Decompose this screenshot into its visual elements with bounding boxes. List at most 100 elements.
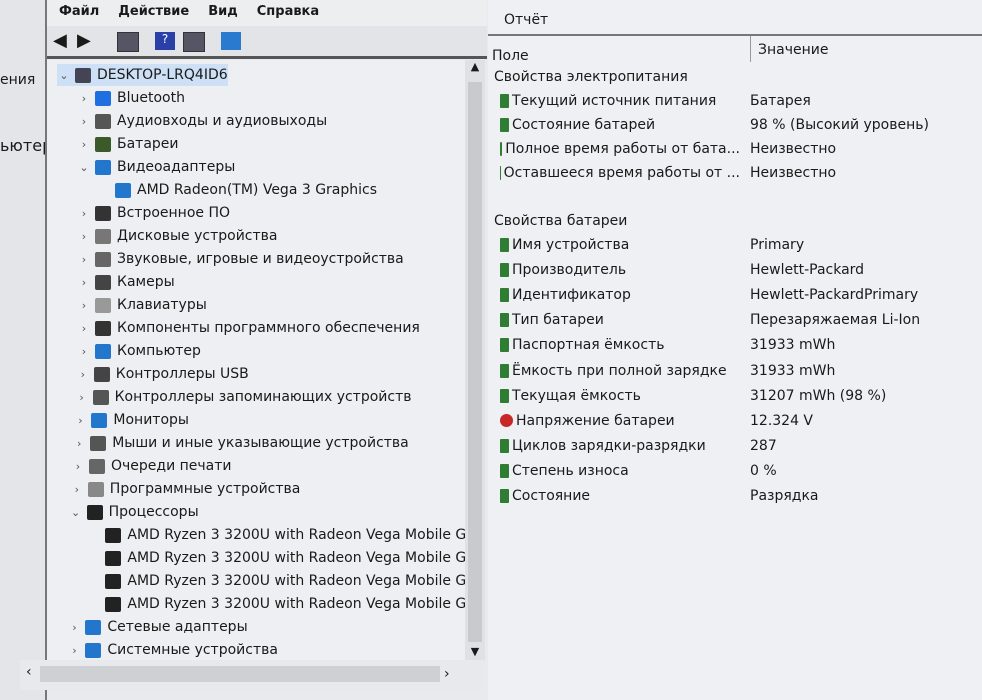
report-pane: Отчёт Поле Значение Свойства электропита…	[488, 0, 982, 700]
expand-icon[interactable]: ⌄	[69, 506, 83, 519]
tree-item[interactable]: AMD Radeon(TM) Vega 3 Graphics	[97, 179, 377, 201]
expand-icon[interactable]: ›	[70, 483, 84, 496]
tree-item[interactable]: › Компоненты программного обеспечения	[77, 317, 420, 339]
tree-item[interactable]: › Камеры	[77, 271, 175, 293]
expand-icon[interactable]: ›	[67, 644, 81, 657]
expand-icon[interactable]: ›	[77, 322, 91, 335]
report-row[interactable]: Текущий источник питания Батарея	[500, 90, 811, 112]
expand-icon[interactable]: ›	[77, 253, 91, 266]
report-row[interactable]: Имя устройства Primary	[500, 234, 804, 256]
tree-item[interactable]: › Bluetooth	[77, 87, 185, 109]
section-title: Свойства электропитания	[494, 69, 688, 85]
action-pane-icon[interactable]	[183, 32, 205, 52]
report-row[interactable]: Полное время работы от бата... Неизвестно	[500, 138, 836, 160]
report-row[interactable]: Паспортная ёмкость 31933 mWh	[500, 334, 835, 356]
report-row[interactable]: Напряжение батареи 12.324 V	[500, 410, 813, 432]
forward-icon[interactable]: ▶	[77, 32, 97, 50]
background-text: ения	[0, 72, 36, 88]
expand-icon[interactable]: ›	[77, 276, 91, 289]
horizontal-scrollbar[interactable]: ‹ ›	[20, 660, 485, 690]
help-icon[interactable]: ?	[155, 32, 175, 50]
tree-item-label: AMD Ryzen 3 3200U with Radeon Vega Mobil…	[127, 596, 480, 612]
tree-item[interactable]: AMD Ryzen 3 3200U with Radeon Vega Mobil…	[87, 593, 480, 615]
tree-item-label: Сетевые адаптеры	[107, 619, 248, 635]
section-header: Свойства батареи	[494, 210, 627, 232]
expand-icon[interactable]: ⌄	[57, 69, 71, 82]
tree-item-label: DESKTOP-LRQ4ID6	[97, 67, 228, 83]
field-name: Напряжение батареи	[516, 412, 675, 429]
tree-item[interactable]: › Контроллеры USB	[76, 363, 249, 385]
report-row[interactable]: Тип батареи Перезаряжаемая Li-Ion	[500, 309, 920, 331]
expand-icon[interactable]: ›	[67, 621, 81, 634]
field-value: Разрядка	[750, 488, 819, 504]
expand-icon[interactable]: ⌄	[77, 161, 91, 174]
tree-item[interactable]: ⌄ Процессоры	[69, 501, 199, 523]
field-value: Неизвестно	[750, 165, 837, 181]
tree-item[interactable]: › Контроллеры запоминающих устройств	[75, 386, 411, 408]
menu-help[interactable]: Справка	[245, 0, 326, 19]
hscroll-thumb[interactable]	[40, 666, 440, 682]
scroll-thumb[interactable]	[468, 82, 482, 642]
tree-item[interactable]: › Сетевые адаптеры	[67, 616, 247, 638]
device-icon	[95, 274, 111, 290]
tree-item[interactable]: › Дисковые устройства	[77, 225, 278, 247]
tree-item[interactable]: ⌄ DESKTOP-LRQ4ID6	[57, 64, 228, 86]
tree-item[interactable]: › Очереди печати	[71, 455, 232, 477]
expand-icon[interactable]: ›	[77, 299, 91, 312]
field-name: Полное время работы от бата...	[505, 141, 740, 157]
scroll-up-icon[interactable]: ▲	[465, 60, 485, 73]
expand-icon[interactable]: ›	[77, 207, 91, 220]
report-row[interactable]: Оставшееся время работы от ... Неизвестно	[500, 162, 836, 184]
console-tree-icon[interactable]	[117, 32, 139, 52]
scroll-left-icon[interactable]: ‹	[26, 664, 32, 680]
tree-item[interactable]: › Батареи	[77, 133, 179, 155]
expand-icon[interactable]: ›	[72, 437, 86, 450]
tree-item[interactable]: AMD Ryzen 3 3200U with Radeon Vega Mobil…	[87, 524, 480, 546]
menu-file[interactable]: Файл	[47, 0, 106, 19]
expand-icon[interactable]: ›	[73, 414, 87, 427]
column-value[interactable]: Значение	[758, 42, 828, 58]
expand-icon[interactable]: ›	[76, 368, 90, 381]
report-row[interactable]: Идентификатор Hewlett-PackardPrimary	[500, 284, 918, 306]
scroll-down-icon[interactable]: ▼	[465, 645, 485, 658]
tree-item[interactable]: › Системные устройства	[67, 639, 278, 661]
tree-item[interactable]: › Аудиовходы и аудиовыходы	[77, 110, 327, 132]
report-row[interactable]: Состояние Разрядка	[500, 485, 819, 507]
report-row[interactable]: Ёмкость при полной зарядке 31933 mWh	[500, 360, 835, 382]
tree-item-label: AMD Ryzen 3 3200U with Radeon Vega Mobil…	[127, 550, 480, 566]
tree-item[interactable]: › Компьютер	[77, 340, 201, 362]
field-value: 31207 mWh (98 %)	[750, 387, 887, 404]
report-row[interactable]: Степень износа 0 %	[500, 460, 777, 482]
report-row[interactable]: Текущая ёмкость 31207 mWh (98 %)	[500, 385, 886, 407]
menu-view[interactable]: Вид	[196, 0, 245, 19]
tree-item[interactable]: AMD Ryzen 3 3200U with Radeon Vega Mobil…	[87, 570, 480, 592]
property-icon	[500, 438, 509, 453]
monitor-icon[interactable]	[221, 32, 241, 50]
tree-item-label: Встроенное ПО	[117, 205, 231, 221]
expand-icon[interactable]: ›	[77, 230, 91, 243]
menu-action[interactable]: Действие	[106, 0, 196, 19]
expand-icon[interactable]: ›	[77, 92, 91, 105]
tree-item[interactable]: › Клавиатуры	[77, 294, 207, 316]
field-name: Текущая ёмкость	[512, 387, 641, 404]
expand-icon[interactable]: ›	[75, 391, 89, 404]
scroll-right-icon[interactable]: ›	[444, 666, 450, 682]
vertical-scrollbar[interactable]: ▲ ▼	[465, 60, 485, 660]
expand-icon[interactable]: ›	[71, 460, 85, 473]
report-row[interactable]: Производитель Hewlett-Packard	[500, 259, 864, 281]
tree-item[interactable]: › Программные устройства	[70, 478, 301, 500]
expand-icon[interactable]: ›	[77, 345, 91, 358]
column-field[interactable]: Поле	[492, 48, 529, 64]
back-icon[interactable]: ◀	[53, 32, 73, 50]
expand-icon[interactable]: ›	[77, 115, 91, 128]
tree-item[interactable]: › Мониторы	[73, 409, 189, 431]
tree-item[interactable]: ⌄ Видеоадаптеры	[77, 156, 235, 178]
tree-item[interactable]: › Встроенное ПО	[77, 202, 230, 224]
tree-item[interactable]: AMD Ryzen 3 3200U with Radeon Vega Mobil…	[87, 547, 480, 569]
report-row[interactable]: Циклов зарядки-разрядки 287	[500, 435, 777, 457]
tree-item[interactable]: › Мыши и иные указывающие устройства	[72, 432, 409, 454]
expand-icon[interactable]: ›	[77, 138, 91, 151]
report-row[interactable]: Состояние батарей 98 % (Высокий уровень)	[500, 114, 929, 136]
background-window: ения ьютер	[0, 0, 47, 700]
tree-item[interactable]: › Звуковые, игровые и видеоустройства	[77, 248, 404, 270]
